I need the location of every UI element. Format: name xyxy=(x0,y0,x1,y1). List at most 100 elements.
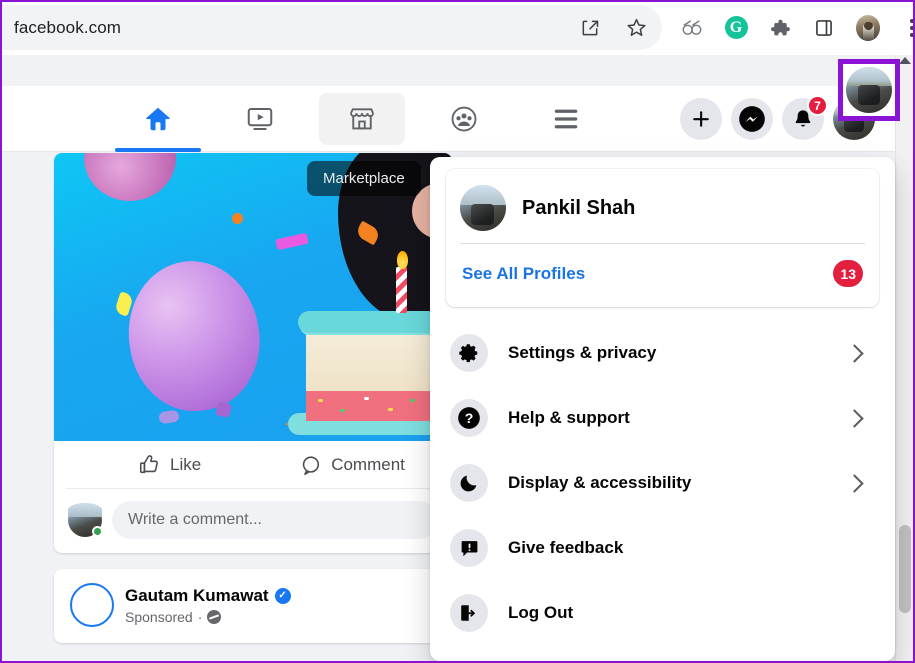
confetti-strip xyxy=(275,232,309,251)
candle-flame xyxy=(397,251,408,269)
cake-frosting xyxy=(298,311,452,333)
post-meta: Sponsored · xyxy=(125,609,291,625)
create-button[interactable] xyxy=(680,98,722,140)
avatar xyxy=(856,14,880,41)
active-tab-underline xyxy=(115,148,201,152)
browser-toolbar: facebook.com G xyxy=(2,2,913,55)
post-image: Marketplace xyxy=(54,153,452,441)
puzzle-icon[interactable] xyxy=(768,16,792,40)
globe-icon xyxy=(207,609,222,624)
logout-icon xyxy=(450,594,488,632)
address-bar[interactable]: facebook.com xyxy=(2,5,662,50)
menu-item-label: Help & support xyxy=(508,408,630,427)
loop-icon[interactable] xyxy=(680,16,704,40)
chevron-right-icon xyxy=(845,343,864,363)
extension-icons: G xyxy=(662,5,913,50)
video-icon xyxy=(247,108,273,130)
menu-item-display-accessibility[interactable]: Display & accessibility xyxy=(446,455,879,511)
post-author-row: Gautam Kumawat ✓ xyxy=(125,586,291,606)
confetti-strip xyxy=(158,409,180,425)
sidebar-item-video[interactable] xyxy=(217,93,303,145)
share-icon[interactable] xyxy=(578,16,602,40)
messenger-button[interactable] xyxy=(731,98,773,140)
comment-button[interactable]: Comment xyxy=(299,454,405,476)
menu-item-give-feedback[interactable]: Give feedback xyxy=(446,520,879,576)
post-action-bar: Like Comment xyxy=(66,441,440,489)
plus-icon xyxy=(693,111,709,127)
facebook-top-nav: 7 xyxy=(2,86,895,152)
star-icon[interactable] xyxy=(624,16,648,40)
profiles-count-badge: 13 xyxy=(833,260,863,287)
see-all-profiles-link[interactable]: See All Profiles xyxy=(462,264,585,284)
menu-item-log-out[interactable]: Log Out xyxy=(446,585,879,641)
profile-name: Pankil Shah xyxy=(522,196,636,219)
meta-separator: · xyxy=(197,608,203,625)
news-feed: Marketplace Like Comment Write a comment… xyxy=(54,153,452,643)
menu-item-label: Display & accessibility xyxy=(508,473,692,492)
post-sponsored-label: Sponsored xyxy=(125,608,193,625)
url-text: facebook.com xyxy=(14,17,122,37)
marketplace-icon xyxy=(350,108,374,130)
page-left-gutter xyxy=(2,153,54,661)
avatar[interactable] xyxy=(70,583,114,627)
comment-composer: Write a comment... xyxy=(54,489,452,553)
menu-item-label: Give feedback xyxy=(508,538,624,557)
menu-item-help-support[interactable]: ? Help & support xyxy=(446,390,879,446)
online-status-dot xyxy=(92,526,103,537)
gear-icon xyxy=(450,334,488,372)
verified-badge-icon: ✓ xyxy=(274,587,291,604)
like-label: Like xyxy=(170,454,202,474)
profile-row[interactable]: Pankil Shah xyxy=(460,181,865,243)
menu-item-label: Settings & privacy xyxy=(508,343,657,362)
avatar xyxy=(68,503,103,537)
avatar xyxy=(460,185,506,231)
scrollbar-thumb[interactable] xyxy=(899,525,911,613)
messenger-icon xyxy=(739,106,765,132)
sidebar-item-marketplace[interactable] xyxy=(319,93,405,145)
moon-icon xyxy=(450,464,488,502)
cake-candle xyxy=(396,267,407,313)
omnibox-actions xyxy=(578,16,648,40)
nav-tabs xyxy=(115,86,609,152)
account-dropdown-menu: Pankil Shah See All Profiles 13 Settings… xyxy=(430,157,895,661)
feed-post-birthday: Marketplace Like Comment Write a comment… xyxy=(54,153,452,553)
notifications-button[interactable]: 7 xyxy=(782,95,828,140)
marketplace-tooltip: Marketplace xyxy=(307,161,421,196)
balloon-secondary xyxy=(84,153,176,201)
menu-item-settings-privacy[interactable]: Settings & privacy xyxy=(446,325,879,381)
sidebar-item-menu[interactable] xyxy=(523,93,609,145)
grammarly-glyph: G xyxy=(724,16,748,39)
chrome-profile-avatar[interactable] xyxy=(856,14,880,41)
screenshot-root: facebook.com G Marketplace Like Comment … xyxy=(0,0,915,663)
comment-input[interactable]: Write a comment... xyxy=(112,501,438,539)
page-viewport: Marketplace Like Comment Write a comment… xyxy=(2,55,913,661)
confetti-dot xyxy=(232,213,243,224)
home-icon xyxy=(146,107,170,131)
dropdown-menu-list: Settings & privacy ? Help & support Disp… xyxy=(446,325,879,641)
post-author-name[interactable]: Gautam Kumawat xyxy=(125,586,269,606)
chevron-right-icon xyxy=(845,473,864,493)
grammarly-icon[interactable]: G xyxy=(724,16,748,40)
see-all-profiles-row[interactable]: See All Profiles 13 xyxy=(460,244,865,301)
scroll-up-arrow-icon[interactable] xyxy=(898,57,911,64)
svg-text:?: ? xyxy=(465,410,474,426)
groups-icon xyxy=(451,106,477,132)
avatar-highlight-annotation xyxy=(838,59,900,121)
post-header: Gautam Kumawat ✓ Sponsored · xyxy=(70,583,436,627)
feedback-icon xyxy=(450,529,488,567)
sidebar-item-groups[interactable] xyxy=(421,93,507,145)
kebab-dots xyxy=(910,18,913,37)
birthday-cake xyxy=(288,251,452,441)
kebab-menu-icon[interactable] xyxy=(900,16,913,40)
sidebar-item-home[interactable] xyxy=(115,93,201,145)
profile-card: Pankil Shah See All Profiles 13 xyxy=(446,169,879,307)
like-button[interactable]: Like xyxy=(138,454,201,476)
menu-item-label: Log Out xyxy=(508,603,574,622)
notification-count-badge: 7 xyxy=(807,95,828,116)
avatar[interactable] xyxy=(846,67,892,113)
page-scrollbar[interactable] xyxy=(895,55,913,661)
hamburger-menu-icon xyxy=(554,109,578,129)
question-mark-icon: ? xyxy=(450,399,488,437)
side-panel-icon[interactable] xyxy=(812,16,836,40)
feed-post-sponsored: Gautam Kumawat ✓ Sponsored · xyxy=(54,569,452,643)
